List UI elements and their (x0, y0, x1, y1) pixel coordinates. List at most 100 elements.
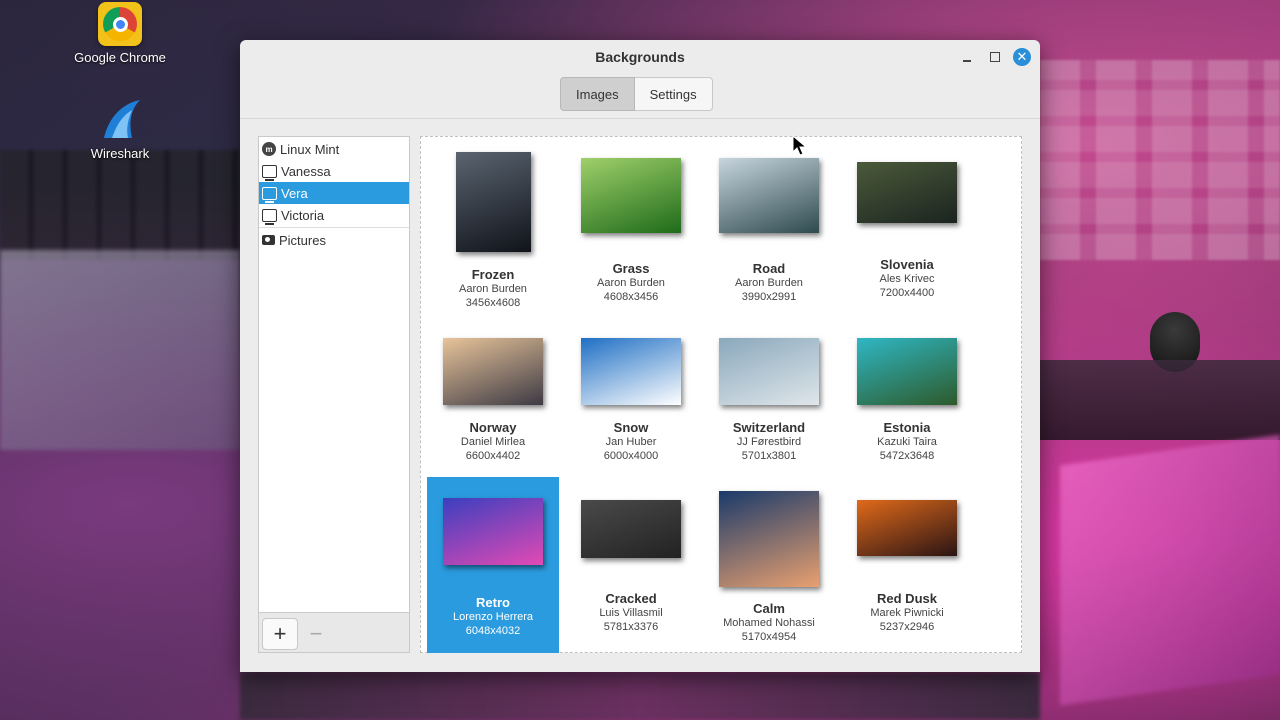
background-thumbnail (455, 152, 531, 252)
background-thumbnail (857, 162, 957, 223)
background-item-cracked[interactable]: Cracked Luis Villasmil 5781x3376 (565, 477, 697, 652)
add-folder-button[interactable]: + (262, 618, 298, 650)
background-dims: 4608x3456 (603, 291, 659, 303)
background-thumbnail (443, 498, 543, 565)
background-dims: 5472x3648 (879, 450, 935, 462)
background-item-switzerland[interactable]: Switzerland JJ Førestbird 5701x3801 (703, 322, 835, 472)
background-item-retro[interactable]: Retro Lorenzo Herrera 6048x4032 (427, 477, 559, 653)
background-name: Retro (476, 595, 510, 610)
background-author: Ales Krivec (879, 273, 935, 285)
monitor-icon (262, 186, 277, 203)
background-dims: 6600x4402 (465, 450, 521, 462)
background-name: Switzerland (732, 420, 806, 435)
background-author: Aaron Burden (597, 277, 665, 289)
wallpaper-cartridge (1060, 434, 1280, 706)
background-thumbnail (719, 338, 819, 405)
background-name: Road (752, 261, 786, 276)
background-dims: 6048x4032 (465, 625, 521, 637)
backgrounds-window: Backgrounds ✕ Images Settings m Linux Mi… (240, 40, 1040, 672)
background-dims: 7200x4400 (879, 287, 935, 299)
background-author: Marek Piwnicki (870, 607, 944, 619)
background-item-grass[interactable]: Grass Aaron Burden 4608x3456 (565, 137, 697, 317)
background-name: Grass (612, 261, 650, 276)
chrome-icon (98, 2, 142, 46)
background-thumbnail (581, 500, 681, 558)
window-title: Backgrounds (595, 49, 685, 65)
background-name: Snow (613, 420, 649, 435)
sidebar-item-linux-mint[interactable]: m Linux Mint (259, 138, 409, 160)
background-name: Norway (469, 420, 517, 435)
monitor-icon (262, 208, 277, 225)
background-item-slovenia[interactable]: Slovenia Ales Krivec 7200x4400 (841, 137, 973, 317)
wallpaper-bottom (240, 672, 1040, 720)
maximize-button[interactable] (986, 48, 1004, 66)
sidebar-item-vanessa[interactable]: Vanessa (259, 160, 409, 182)
background-author: Lorenzo Herrera (452, 611, 534, 623)
background-dims: 5781x3376 (603, 621, 659, 633)
camera-icon (262, 235, 275, 245)
background-name: Red Dusk (877, 591, 937, 606)
background-name: Calm (753, 601, 785, 616)
background-author: Mohamed Nohassi (723, 617, 815, 629)
title-bar[interactable]: Backgrounds ✕ (240, 40, 1040, 74)
minimize-button[interactable] (958, 48, 976, 66)
background-author: Jan Huber (605, 436, 657, 448)
background-author: Daniel Mirlea (460, 436, 526, 448)
remove-folder-button[interactable]: − (298, 618, 334, 650)
desktop-icon-wireshark[interactable]: Wireshark (65, 98, 175, 161)
desktop-icon-label: Wireshark (90, 146, 150, 161)
backgrounds-grid: Frozen Aaron Burden 3456x4608 Grass Aaron Bu… (420, 136, 1022, 653)
close-button[interactable]: ✕ (1013, 48, 1031, 66)
sidebar-item-label: Linux Mint (280, 141, 340, 157)
background-author: JJ Førestbird (736, 436, 802, 448)
sidebar-divider (259, 227, 409, 228)
background-item-norway[interactable]: Norway Daniel Mirlea 6600x4402 (427, 322, 559, 472)
sidebar-item-vera[interactable]: Vera (259, 182, 409, 204)
background-dims: 5701x3801 (741, 450, 797, 462)
sidebar-item-victoria[interactable]: Victoria (259, 204, 409, 226)
mouse-cursor-icon (792, 135, 808, 156)
divider (240, 118, 1040, 119)
background-dims: 3456x4608 (465, 297, 521, 309)
wireshark-icon (98, 98, 142, 142)
background-item-red-dusk[interactable]: Red Dusk Marek Piwnicki 5237x2946 (841, 477, 973, 652)
background-author: Aaron Burden (459, 283, 527, 295)
collection-sidebar: m Linux Mint Vanessa Vera Victoria Pictu… (258, 136, 410, 653)
background-item-frozen[interactable]: Frozen Aaron Burden 3456x4608 (427, 137, 559, 317)
background-thumbnail (857, 338, 957, 405)
wallpaper-keyboard-left (0, 150, 240, 260)
background-thumbnail (719, 491, 819, 587)
tab-bar: Images Settings (560, 77, 713, 111)
background-item-road[interactable]: Road Aaron Burden 3990x2991 (703, 137, 835, 317)
background-name: Frozen (471, 267, 515, 282)
desktop-icon-chrome[interactable]: Google Chrome (65, 2, 175, 65)
tab-settings[interactable]: Settings (634, 77, 713, 111)
sidebar-item-label: Vera (281, 185, 308, 201)
background-dims: 5170x4954 (741, 631, 797, 643)
tab-images[interactable]: Images (560, 77, 635, 111)
background-author: Aaron Burden (735, 277, 803, 289)
background-thumbnail (443, 338, 543, 405)
sidebar-item-label: Pictures (279, 232, 326, 248)
background-thumbnail (857, 500, 957, 556)
background-thumbnail (581, 338, 681, 405)
linux-mint-icon: m (262, 142, 276, 156)
background-name: Slovenia (880, 257, 934, 272)
background-thumbnail (719, 158, 819, 233)
background-dims: 3990x2991 (741, 291, 797, 303)
background-item-snow[interactable]: Snow Jan Huber 6000x4000 (565, 322, 697, 472)
sidebar-footer: + − (259, 612, 409, 652)
background-item-calm[interactable]: Calm Mohamed Nohassi 5170x4954 (703, 477, 835, 652)
background-author: Luis Villasmil (599, 607, 663, 619)
sidebar-item-pictures[interactable]: Pictures (259, 229, 409, 251)
sidebar-item-label: Vanessa (281, 163, 331, 179)
background-dims: 6000x4000 (603, 450, 659, 462)
background-dims: 5237x2946 (879, 621, 935, 633)
desktop-icon-label: Google Chrome (74, 50, 166, 65)
background-name: Cracked (605, 591, 657, 606)
wallpaper-keyboard-right (1040, 60, 1280, 260)
background-thumbnail (581, 158, 681, 233)
sidebar-item-label: Victoria (281, 207, 325, 223)
monitor-icon (262, 164, 277, 181)
background-item-estonia[interactable]: Estonia Kazuki Taira 5472x3648 (841, 322, 973, 472)
